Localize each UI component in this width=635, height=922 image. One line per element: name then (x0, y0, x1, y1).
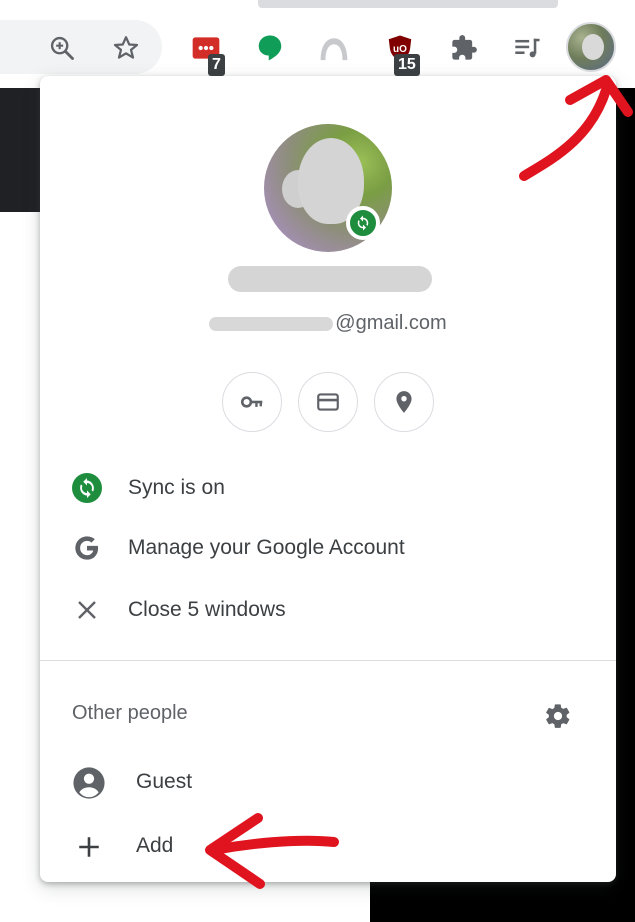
add-label: Add (136, 834, 174, 857)
sync-menu-item[interactable]: Sync is on (40, 458, 616, 518)
browser-toolbar: 7 uO 15 (0, 14, 635, 80)
zoom-icon[interactable] (42, 28, 82, 68)
passwords-button[interactable] (222, 372, 282, 432)
hangouts-extension-icon[interactable] (250, 28, 290, 68)
email-domain: @gmail.com (335, 312, 447, 334)
manage-people-settings-button[interactable] (538, 696, 578, 736)
close-windows-item[interactable]: Close 5 windows (40, 580, 616, 640)
profile-menu-popup: @gmail.com Sync is on Manage your Google… (40, 76, 616, 882)
gear-icon (546, 704, 570, 728)
other-people-heading: Other people (72, 702, 188, 724)
tab-strip-edge (258, 0, 558, 8)
lastpass-badge: 7 (208, 54, 225, 76)
person-circle-icon (72, 766, 106, 800)
manage-account-label: Manage your Google Account (128, 536, 405, 559)
media-playlist-icon[interactable] (508, 28, 548, 68)
google-g-icon (72, 533, 102, 563)
star-icon[interactable] (106, 28, 146, 68)
sync-icon (357, 215, 369, 231)
payment-methods-button[interactable] (298, 372, 358, 432)
plus-icon (72, 830, 106, 864)
background-page-dark-bottom (370, 880, 635, 922)
close-windows-label: Close 5 windows (128, 598, 286, 621)
background-page-dark-right (613, 88, 635, 922)
key-icon (240, 396, 263, 408)
account-name-redacted (228, 266, 432, 292)
profile-avatar-button[interactable] (566, 22, 616, 72)
manage-google-account-item[interactable]: Manage your Google Account (40, 518, 616, 578)
guest-profile-item[interactable]: Guest (40, 752, 616, 812)
addresses-button[interactable] (374, 372, 434, 432)
section-divider (40, 660, 616, 661)
arc-extension-icon[interactable] (314, 28, 354, 68)
sync-label: Sync is on (128, 476, 225, 499)
ublock-badge: 15 (394, 54, 420, 76)
close-icon (72, 595, 102, 625)
credit-card-icon (317, 393, 339, 411)
sync-circle-icon (72, 473, 102, 503)
puzzle-icon[interactable] (444, 28, 484, 68)
guest-label: Guest (136, 770, 193, 793)
account-email: @gmail.com (80, 312, 576, 340)
email-redaction (209, 316, 334, 331)
sync-status-badge (346, 206, 380, 240)
add-person-item[interactable]: Add (40, 816, 616, 876)
background-page-dark-left (0, 88, 42, 212)
location-pin-icon (396, 391, 412, 413)
